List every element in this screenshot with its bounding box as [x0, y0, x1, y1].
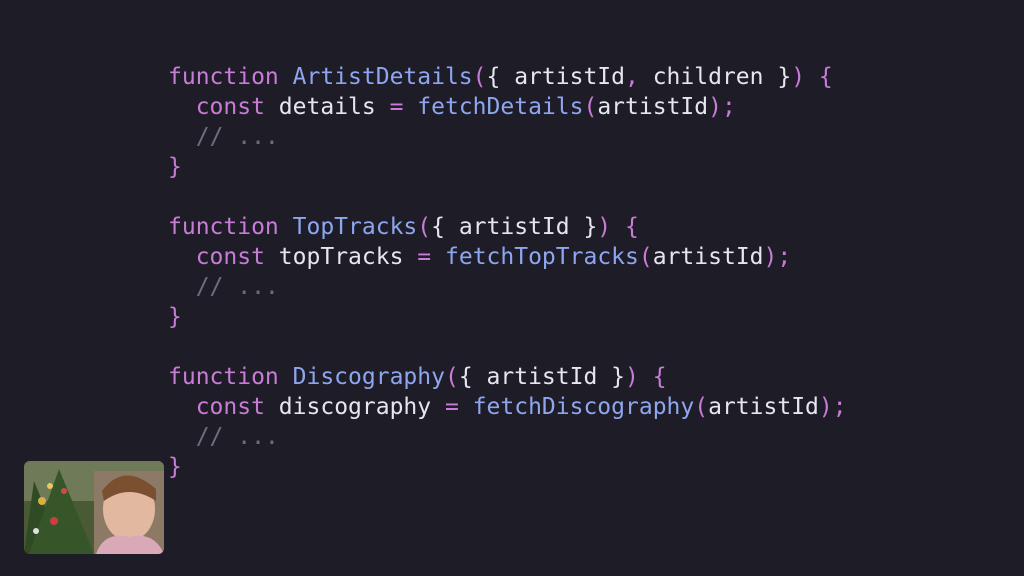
code-token: ;: [832, 394, 847, 420]
code-token: ): [791, 64, 806, 90]
code-token: (: [472, 64, 487, 90]
code-line: const details = fetchDetails(artistId);: [168, 92, 847, 122]
code-token: ): [763, 244, 778, 270]
code-token: Discography: [292, 364, 445, 390]
code-token: topTracks: [264, 244, 418, 270]
code-token: // ...: [195, 124, 279, 150]
code-token: fetchDiscography: [472, 394, 695, 420]
code-token: ;: [721, 94, 736, 120]
code-line: }: [168, 152, 847, 182]
code-block: function ArtistDetails({ artistId, child…: [168, 62, 847, 482]
presenter-webcam: [24, 461, 164, 554]
code-token: function: [168, 214, 279, 240]
code-token: details: [264, 94, 390, 120]
code-token: const: [195, 244, 265, 270]
code-token: (: [417, 214, 432, 240]
code-token: {: [818, 64, 833, 90]
code-line: const discography = fetchDiscography(art…: [168, 392, 847, 422]
code-token: TopTracks: [292, 214, 418, 240]
code-token: ;: [777, 244, 792, 270]
code-token: =: [417, 244, 432, 270]
code-line: const topTracks = fetchTopTracks(artistI…: [168, 242, 847, 272]
code-token: (: [583, 94, 598, 120]
code-token: =: [389, 94, 404, 120]
code-line: }: [168, 452, 847, 482]
code-token: ): [597, 214, 612, 240]
code-line: // ...: [168, 272, 847, 302]
code-token: {: [625, 214, 639, 240]
code-token: ): [708, 94, 722, 120]
code-token: (: [694, 394, 709, 420]
code-token: function: [168, 64, 279, 90]
code-token: ArtistDetails: [292, 64, 473, 90]
code-token: }: [168, 454, 182, 480]
code-token: // ...: [195, 424, 279, 450]
code-token: fetchTopTracks: [445, 244, 639, 270]
code-token: { artistId }: [458, 364, 625, 390]
code-token: artistId: [708, 394, 819, 420]
code-token: fetchDetails: [417, 94, 584, 120]
code-token: { artistId }: [431, 214, 598, 240]
code-line: }: [168, 302, 847, 332]
code-line: function ArtistDetails({ artistId, child…: [168, 62, 847, 92]
code-token: }: [168, 154, 182, 180]
code-token: ): [818, 394, 833, 420]
code-line: // ...: [168, 122, 847, 152]
code-token: =: [444, 394, 459, 420]
code-token: artistId: [597, 94, 709, 120]
code-line: function TopTracks({ artistId }) {: [168, 212, 847, 242]
code-line: function Discography({ artistId }) {: [168, 362, 847, 392]
code-token: const: [195, 394, 265, 420]
slide: function ArtistDetails({ artistId, child…: [0, 0, 1024, 576]
code-token: { artistId: [486, 64, 625, 90]
code-token: // ...: [195, 274, 279, 300]
code-token: artistId: [652, 244, 764, 270]
code-token: (: [638, 244, 653, 270]
code-token: children }: [638, 64, 792, 90]
code-token: ): [625, 364, 639, 390]
code-token: function: [168, 364, 279, 390]
code-token: discography: [264, 394, 445, 420]
code-token: (: [444, 364, 459, 390]
webcam-image: [24, 461, 164, 554]
code-token: {: [652, 364, 667, 390]
code-line: // ...: [168, 422, 847, 452]
code-token: const: [195, 94, 265, 120]
code-token: }: [168, 304, 182, 330]
code-token: ,: [625, 64, 639, 90]
